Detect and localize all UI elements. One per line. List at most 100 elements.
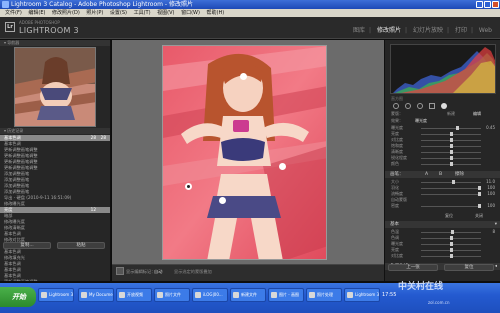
slider-value[interactable]: 100 [487, 203, 495, 209]
history-item-label: 更新调整画笔调整 [4, 147, 38, 152]
slider-knob[interactable] [449, 248, 453, 252]
paste-button[interactable]: 粘贴 [57, 242, 105, 249]
module-print[interactable]: 打印 [455, 27, 467, 34]
slider-knob[interactable] [478, 204, 481, 208]
menu-view[interactable]: 视图(V) [157, 9, 174, 17]
history-item-label: 基本色调 [4, 273, 21, 278]
taskbar-task[interactable]: 新建文件 [230, 288, 266, 302]
menu-settings[interactable]: 设置(S) [110, 9, 127, 17]
navigator-thumbnail[interactable] [14, 47, 96, 127]
redeye-icon[interactable] [417, 103, 423, 109]
slider-knob[interactable] [449, 144, 453, 148]
menu-bar: 文件(F) 编辑(E) 修改照片(D) 照片(P) 设置(S) 工具(T) 视图… [0, 9, 500, 17]
effect-select[interactable]: 曝光度 [415, 118, 427, 124]
history-item[interactable]: 更新调整画笔调整 [0, 279, 110, 281]
menu-edit[interactable]: 编辑(E) [28, 9, 45, 17]
adjustment-pin-active[interactable] [185, 183, 192, 190]
history-item-label: 基本色调 [4, 267, 21, 272]
module-develop[interactable]: 修改照片 [377, 27, 401, 34]
adjustment-pin[interactable] [240, 73, 247, 80]
history-item-label: 更新调整画笔调整 [4, 159, 38, 164]
slider-knob[interactable] [449, 254, 453, 258]
slider-knob[interactable] [478, 192, 481, 196]
lightroom-window: Lightroom 3 Catalog - Adobe Photoshop Li… [0, 0, 500, 313]
minimize-button[interactable] [476, 1, 483, 8]
taskbar-task[interactable]: 开放视频 [116, 288, 152, 302]
slider-knob[interactable] [452, 180, 456, 184]
history-item-label: 亮度 [4, 207, 13, 212]
histogram[interactable] [390, 44, 496, 94]
close-button[interactable] [492, 1, 499, 8]
brush-erase[interactable]: 擦除 [455, 171, 464, 178]
slider-knob[interactable] [449, 236, 453, 240]
brush-a[interactable]: A [425, 171, 428, 178]
module-library[interactable]: 图库 [353, 27, 365, 34]
start-button[interactable]: 开始 [0, 287, 36, 307]
slider-knob[interactable] [449, 132, 453, 136]
navigator-header[interactable]: ▾ 导航器 [0, 40, 110, 46]
taskbar-task[interactable]: iLOG|00... [192, 288, 228, 302]
histogram-graph [393, 47, 495, 93]
slider-track[interactable] [421, 188, 481, 189]
slider-knob[interactable] [449, 150, 453, 154]
slider-knob[interactable] [478, 186, 481, 190]
window-title: Lightroom 3 Catalog - Adobe Photoshop Li… [11, 1, 193, 8]
graduated-filter-icon[interactable] [429, 103, 435, 109]
taskbar-task[interactable]: My Documents [78, 288, 114, 302]
effect-row: 效果： 曝光度 [391, 118, 427, 124]
taskbar-task[interactable]: Lightroom 3 ... [38, 288, 74, 302]
slider-track[interactable] [421, 128, 481, 129]
slider-knob[interactable] [449, 138, 453, 142]
slider-track[interactable] [421, 194, 481, 195]
brush-section-header[interactable]: 画笔： A B 擦除 [385, 171, 500, 178]
adjustment-brush-icon[interactable] [441, 103, 447, 109]
menu-develop[interactable]: 修改照片(D) [52, 9, 80, 17]
reset-brush-button[interactable]: 复位 [445, 213, 453, 219]
effect-sliders: 曝光度 0.45 亮度 对比度 饱和度 清晰度 锐化程度 颜色 [385, 125, 500, 169]
right-panel-buttons: 上一张 复位 [388, 264, 496, 272]
basic-section-header[interactable]: 基本 ▾ [385, 221, 500, 228]
menu-window[interactable]: 窗口(W) [181, 9, 200, 17]
brush-b[interactable]: B [439, 171, 442, 178]
main-photo[interactable] [162, 45, 327, 260]
mask-new-button[interactable]: 新建 [447, 111, 455, 117]
slider-knob[interactable] [449, 156, 453, 160]
slider-knob[interactable] [449, 162, 453, 166]
maximize-button[interactable] [484, 1, 491, 8]
show-mask-overlay-label[interactable]: 显示选定的蒙版叠加 [174, 269, 212, 275]
taskbar-task[interactable]: 照片处理 [306, 288, 342, 302]
menu-file[interactable]: 文件(F) [5, 9, 22, 17]
menu-photo[interactable]: 照片(P) [86, 9, 103, 17]
module-slideshow[interactable]: 幻灯片放映 [413, 27, 443, 34]
slider-track[interactable] [421, 206, 481, 207]
copy-button[interactable]: 复制... [3, 242, 51, 249]
slider-row: 颜色 [385, 161, 500, 167]
crop-tool-icon[interactable] [393, 103, 399, 109]
system-clock: 17:55 [382, 292, 397, 298]
adjustment-pin[interactable] [279, 163, 286, 170]
history-header[interactable]: ▾ 历史记录 [0, 128, 110, 134]
history-item-label: 基本色调 [4, 261, 21, 266]
close-brush-button[interactable]: 关闭 [475, 213, 483, 219]
menu-tools[interactable]: 工具(T) [134, 9, 151, 17]
history-item-label: 基本色调 [4, 249, 21, 254]
identity-plate: Lr ADOBE PHOTOSHOP LIGHTROOM 3 图库 | 修改照片 |… [0, 17, 500, 39]
reset-all-button[interactable]: 复位 [444, 264, 494, 271]
slider-track[interactable] [421, 182, 481, 183]
title-bar: Lightroom 3 Catalog - Adobe Photoshop Li… [0, 0, 500, 9]
slider-knob[interactable] [456, 126, 460, 130]
previous-button[interactable]: 上一张 [388, 264, 438, 271]
slider-knob[interactable] [449, 242, 453, 246]
adjustment-pin[interactable] [219, 197, 226, 204]
taskbar-task[interactable]: 图片 - 画图 [268, 288, 304, 302]
loupe-view-icon[interactable] [116, 267, 124, 275]
module-web[interactable]: Web [479, 27, 492, 34]
taskbar-task[interactable]: Lightroom 3... [344, 288, 380, 302]
show-edit-pins-select[interactable]: 自动 [154, 269, 162, 275]
menu-help[interactable]: 帮助(H) [207, 9, 225, 17]
mask-edit-button[interactable]: 编辑 [473, 111, 481, 117]
slider-knob[interactable] [450, 230, 454, 234]
spot-removal-icon[interactable] [405, 103, 411, 109]
taskbar-task[interactable]: 照片文件 [154, 288, 190, 302]
history-item-label: 添加调整画笔 [4, 183, 30, 188]
